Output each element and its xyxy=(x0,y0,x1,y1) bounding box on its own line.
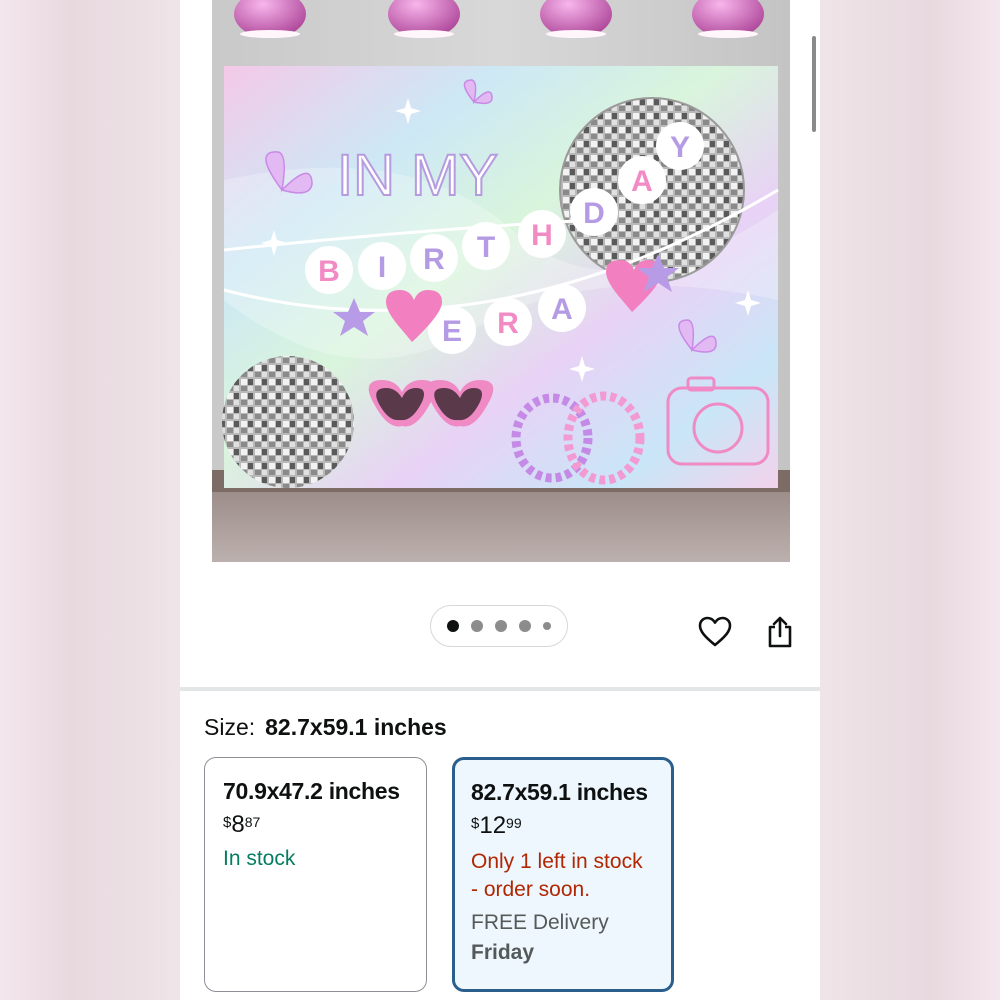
svg-text:D: D xyxy=(583,197,605,230)
option-title: 70.9x47.2 inches xyxy=(223,778,400,804)
option-price: $887 xyxy=(223,813,408,837)
carousel-dot-4[interactable] xyxy=(519,620,531,632)
size-label: Size: xyxy=(204,714,256,740)
delivery-info: FREE Delivery xyxy=(471,911,609,934)
svg-text:H: H xyxy=(531,219,553,252)
banner-title: IN MY xyxy=(337,143,498,208)
svg-text:R: R xyxy=(423,243,445,276)
image-carousel-dots[interactable] xyxy=(430,605,568,647)
size-option-70.9x47.2[interactable]: 70.9x47.2 inches $887 In stock xyxy=(204,757,427,992)
background-left xyxy=(0,0,180,1000)
carousel-dot-2[interactable] xyxy=(471,620,483,632)
svg-text:I: I xyxy=(378,251,386,284)
svg-text:E: E xyxy=(442,315,462,348)
section-divider xyxy=(180,687,820,691)
svg-text:Y: Y xyxy=(670,131,690,164)
carousel-dot-1[interactable] xyxy=(447,620,459,632)
svg-text:T: T xyxy=(477,231,495,264)
stock-status-line1: Only 1 left in stock xyxy=(471,850,643,873)
delivery-day: Friday xyxy=(471,941,535,964)
svg-text:A: A xyxy=(551,293,573,326)
share-icon xyxy=(768,616,792,648)
price-whole: 8 xyxy=(231,811,245,838)
svg-text:A: A xyxy=(631,165,653,198)
price-symbol: $ xyxy=(223,814,232,831)
product-page: IN MY B I R T H D A Y E R A Size: 82.7x5… xyxy=(180,0,820,1000)
svg-text:R: R xyxy=(497,307,519,340)
svg-text:B: B xyxy=(318,255,340,288)
background-right xyxy=(820,0,1000,1000)
option-price: $1299 xyxy=(471,814,655,838)
scrollbar[interactable] xyxy=(812,36,816,132)
share-button[interactable] xyxy=(760,612,800,652)
carousel-dot-5[interactable] xyxy=(543,622,551,630)
selected-size-value: 82.7x59.1 inches xyxy=(265,714,447,740)
price-symbol: $ xyxy=(471,815,480,832)
wishlist-button[interactable] xyxy=(695,612,735,652)
size-option-82.7x59.1[interactable]: 82.7x59.1 inches $1299 Only 1 left in st… xyxy=(452,757,674,992)
stock-status: In stock xyxy=(223,847,296,870)
carousel-dot-3[interactable] xyxy=(495,620,507,632)
product-image[interactable]: IN MY B I R T H D A Y E R A xyxy=(212,0,790,562)
price-whole: 12 xyxy=(479,812,507,839)
price-fraction: 87 xyxy=(244,814,261,830)
stock-status-line2: - order soon. xyxy=(471,878,591,901)
size-selection: Size: 82.7x59.1 inches xyxy=(204,714,447,741)
stock-status: Only 1 left in stock - order soon. xyxy=(471,848,655,904)
price-fraction: 99 xyxy=(506,815,522,831)
option-title: 82.7x59.1 inches xyxy=(471,779,648,805)
heart-outline-icon xyxy=(698,616,732,647)
